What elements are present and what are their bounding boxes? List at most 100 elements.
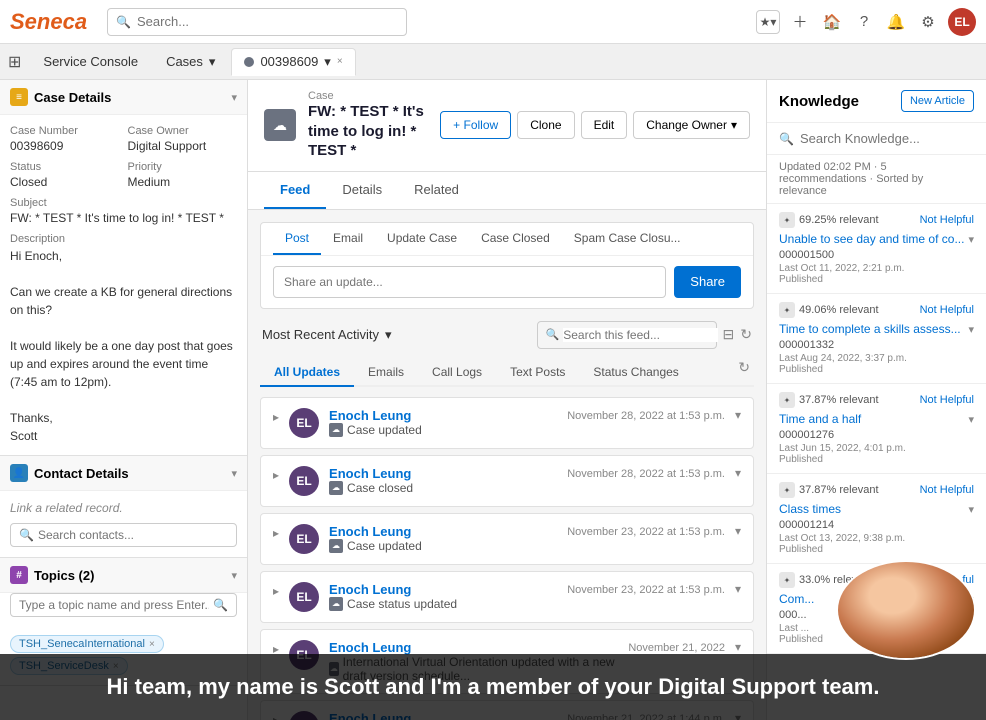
feed-action-1: ☁ Case closed <box>329 481 557 495</box>
subject-label: Subject <box>10 197 237 209</box>
topic-tag-0: TSH_SenecaInternational × <box>10 635 164 653</box>
nav-right-icons: ★▾ ＋ 🏠 ? 🔔 ⚙ EL <box>756 8 976 36</box>
user-avatar[interactable]: EL <box>948 8 976 36</box>
pub-tab-email[interactable]: Email <box>321 223 375 255</box>
contact-search-icon: 🔍 <box>19 528 34 542</box>
new-article-button[interactable]: New Article <box>901 90 974 112</box>
case-label: Case <box>308 90 428 102</box>
ki-title-0[interactable]: Unable to see day and time of co... ▾ <box>779 232 974 246</box>
top-nav: Seneca 🔍 ★▾ ＋ 🏠 ? 🔔 ⚙ EL <box>0 0 986 44</box>
refresh-icon[interactable]: ↻ <box>740 326 752 343</box>
ki-not-helpful-3[interactable]: Not Helpful <box>920 484 974 496</box>
ki-relevance-1: ✦ 49.06% relevant <box>779 302 879 318</box>
tab-cases[interactable]: Cases ▾ <box>154 48 227 76</box>
tab-dropdown-icon[interactable]: ▾ <box>324 54 331 70</box>
feed-avatar-0: EL <box>289 408 319 438</box>
change-owner-button[interactable]: Change Owner ▾ <box>633 111 750 139</box>
feed-menu-1[interactable]: ▾ <box>735 466 741 480</box>
tab-feed[interactable]: Feed <box>264 172 326 209</box>
tab-close-icon[interactable]: × <box>337 56 343 67</box>
pub-tab-spam[interactable]: Spam Case Closu... <box>562 223 693 255</box>
ki-title-chevron-3[interactable]: ▾ <box>968 503 974 516</box>
feed-name-0[interactable]: Enoch Leung <box>329 408 557 423</box>
feed-menu-3[interactable]: ▾ <box>735 582 741 596</box>
topic-tag-remove-0[interactable]: × <box>149 639 155 650</box>
tab-case-number[interactable]: 00398609 ▾ × <box>231 48 355 76</box>
edit-button[interactable]: Edit <box>581 111 628 139</box>
feed-name-4[interactable]: Enoch Leung <box>329 640 618 655</box>
act-tab-call-logs[interactable]: Call Logs <box>418 359 496 387</box>
feed-avatar-1: EL <box>289 466 319 496</box>
ki-title-chevron-0[interactable]: ▾ <box>968 233 974 246</box>
tab-details[interactable]: Details <box>326 172 398 209</box>
add-icon[interactable]: ＋ <box>788 10 812 34</box>
ki-title-chevron-1[interactable]: ▾ <box>968 323 974 336</box>
topic-input-area[interactable]: 🔍 <box>10 593 237 617</box>
ki-num-2: 000001276 <box>779 429 974 441</box>
ki-num-0: 000001500 <box>779 249 974 261</box>
knowledge-search-input[interactable] <box>800 131 976 146</box>
follow-button[interactable]: + Follow <box>440 111 511 139</box>
share-button[interactable]: Share <box>674 266 741 298</box>
tab-service-console[interactable]: Service Console <box>31 48 150 76</box>
feed-expand-3[interactable]: ▸ <box>273 582 279 598</box>
act-tab-emails[interactable]: Emails <box>354 359 418 387</box>
settings-icon[interactable]: ⚙ <box>916 10 940 34</box>
feed-name-2[interactable]: Enoch Leung <box>329 524 557 539</box>
feed-content-1: Enoch Leung ☁ Case closed <box>329 466 557 495</box>
feed-name-1[interactable]: Enoch Leung <box>329 466 557 481</box>
feed-expand-0[interactable]: ▸ <box>273 408 279 424</box>
topics-chevron[interactable] <box>231 569 237 582</box>
act-tab-status[interactable]: Status Changes <box>579 359 692 387</box>
topics-header-left: # Topics (2) <box>10 566 94 584</box>
tab-related[interactable]: Related <box>398 172 475 209</box>
act-tab-text-posts[interactable]: Text Posts <box>496 359 579 387</box>
feed-search-input[interactable] <box>563 328 718 342</box>
case-details-chevron[interactable] <box>231 91 237 104</box>
activity-tabs: All Updates Emails Call Logs Text Posts … <box>260 359 754 387</box>
ki-not-helpful-2[interactable]: Not Helpful <box>920 394 974 406</box>
feed-menu-2[interactable]: ▾ <box>735 524 741 538</box>
contact-search-input[interactable] <box>38 528 228 542</box>
ki-title-1[interactable]: Time to complete a skills assess... ▾ <box>779 322 974 336</box>
contact-details-chevron[interactable] <box>231 467 237 480</box>
feed-expand-2[interactable]: ▸ <box>273 524 279 540</box>
pub-tab-case-closed[interactable]: Case Closed <box>469 223 562 255</box>
priority-label: Priority <box>128 161 238 173</box>
pub-tab-update-case[interactable]: Update Case <box>375 223 469 255</box>
feed-name-3[interactable]: Enoch Leung <box>329 582 557 597</box>
help-icon[interactable]: ? <box>852 10 876 34</box>
ki-title-3[interactable]: Class times ▾ <box>779 502 974 516</box>
contact-details-body: Link a related record. 🔍 <box>0 491 247 557</box>
feed-menu-4[interactable]: ▾ <box>735 640 741 654</box>
global-search[interactable]: 🔍 <box>107 8 407 36</box>
filter-options-icon[interactable]: ⊟ <box>723 326 735 343</box>
topic-input[interactable] <box>19 598 209 612</box>
feed-content-0: Enoch Leung ☁ Case updated <box>329 408 557 437</box>
act-tab-all[interactable]: All Updates <box>260 359 354 387</box>
grid-icon[interactable]: ⊞ <box>8 52 21 72</box>
global-search-input[interactable] <box>137 14 398 29</box>
ki-not-helpful-0[interactable]: Not Helpful <box>920 214 974 226</box>
feed-search[interactable]: 🔍 <box>537 321 717 349</box>
ki-title-2[interactable]: Time and a half ▾ <box>779 412 974 426</box>
topics-icon: # <box>10 566 28 584</box>
contact-search[interactable]: 🔍 <box>10 523 237 547</box>
favorites-icon[interactable]: ★▾ <box>756 10 780 34</box>
knowledge-search[interactable]: 🔍 <box>767 123 986 155</box>
bell-icon[interactable]: 🔔 <box>884 10 908 34</box>
publisher-body: Share <box>261 256 753 308</box>
feed-expand-1[interactable]: ▸ <box>273 466 279 482</box>
cases-dropdown-icon[interactable]: ▾ <box>209 54 216 70</box>
feed-menu-0[interactable]: ▾ <box>735 408 741 422</box>
tabs-scroll-right[interactable]: ↻ <box>734 359 754 385</box>
ki-title-chevron-2[interactable]: ▾ <box>968 413 974 426</box>
tab-bar: ⊞ Service Console Cases ▾ 00398609 ▾ × <box>0 44 986 80</box>
contact-link[interactable]: Link a related record. <box>10 501 237 515</box>
pub-tab-post[interactable]: Post <box>273 223 321 255</box>
filter-chevron[interactable]: ▾ <box>385 327 392 343</box>
clone-button[interactable]: Clone <box>517 111 574 139</box>
home-icon[interactable]: 🏠 <box>820 10 844 34</box>
ki-not-helpful-1[interactable]: Not Helpful <box>920 304 974 316</box>
publisher-input[interactable] <box>273 266 666 298</box>
